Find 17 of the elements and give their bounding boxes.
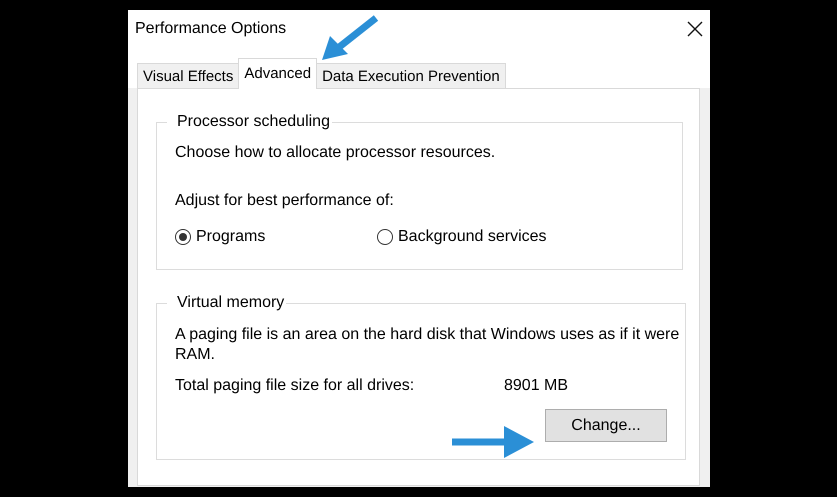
group-title: Virtual memory (176, 294, 286, 312)
tab[interactable]: Data Execution Prevention (316, 63, 506, 88)
group-title: Processor scheduling (176, 113, 331, 131)
radio-button[interactable] (175, 229, 191, 245)
close-icon[interactable] (687, 21, 703, 37)
tab[interactable]: Advanced (238, 58, 318, 89)
description-text: A paging file is an area on the hard disk that Windows uses as if it were RAM. (175, 325, 680, 365)
prompt-text: Adjust for best performance of: (175, 192, 395, 210)
tab[interactable]: Visual Effects (137, 63, 240, 88)
window-title: Performance Options (135, 20, 286, 38)
radio-option[interactable]: Programs (175, 228, 377, 246)
radio-option[interactable]: Background services (377, 228, 579, 246)
total-label: Total paging file size for all drives: (175, 377, 416, 395)
description-text: Choose how to allocate processor resources. (175, 144, 496, 162)
total-value: 8901 MB (504, 377, 568, 395)
radio-button[interactable] (377, 229, 393, 245)
change-button[interactable]: Change... (545, 409, 667, 442)
